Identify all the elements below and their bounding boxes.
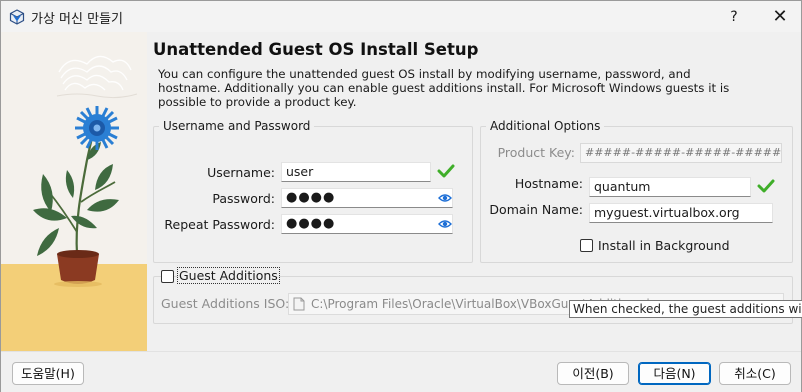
product-key-field[interactable]: #####-#####-#####-#####-##### [580,143,782,163]
password-label: Password: [212,191,275,206]
window-title: 가상 머신 만들기 [31,12,123,27]
username-label: Username: [207,165,275,180]
file-icon [293,297,305,311]
wizard-window: 가상 머신 만들기 ? ✕ Unattended Guest OS Instal… [0,0,802,392]
repeat-password-label: Repeat Password: [164,217,275,232]
show-repeat-password-eye-icon[interactable] [438,218,452,230]
product-key-label: Product Key: [497,145,575,160]
description-line: You can configure the unattended guest O… [158,67,691,81]
help-button[interactable]: 도움말(H) [12,362,84,385]
username-field[interactable]: user [281,162,431,182]
title-help-button[interactable]: ? [719,4,749,30]
title-close-button[interactable]: ✕ [763,4,797,30]
install-background-checkbox[interactable] [580,239,593,252]
hostname-label: Hostname: [514,176,583,191]
repeat-password-field[interactable]: ●●●● [281,214,453,234]
cancel-button[interactable]: 취소(C) [719,362,791,385]
hostname-valid-check-icon [757,179,775,193]
domain-name-label: Domain Name: [489,202,583,217]
domain-name-field[interactable]: myguest.virtualbox.org [589,203,773,223]
username-valid-check-icon [437,164,455,178]
next-button[interactable]: 다음(N) [638,362,711,385]
guest-additions-checkbox[interactable] [161,270,174,283]
guest-additions-label[interactable]: Guest Additions [177,267,280,284]
guest-additions-tooltip: When checked, the guest additions will b… [569,300,802,318]
description-line: hostname. Additionally you can enable gu… [158,81,730,96]
button-bar: 도움말(H) 이전(B) 다음(N) 취소(C) [1,351,801,392]
page-title: Unattended Guest OS Install Setup [153,40,479,59]
install-background-label[interactable]: Install in Background [598,238,730,253]
guest-additions-iso-label: Guest Additions ISO: [161,296,290,311]
title-bar: 가상 머신 만들기 ? ✕ [1,1,801,32]
description-line: possible to provide a product key. [158,95,357,110]
credentials-group-title: Username and Password [159,119,315,133]
wizard-illustration [1,32,147,351]
hostname-field[interactable]: quantum [589,177,751,197]
additional-options-group-title: Additional Options [486,119,605,133]
show-password-eye-icon[interactable] [438,192,452,204]
password-field[interactable]: ●●●● [281,188,453,208]
virtualbox-icon [9,9,25,25]
back-button[interactable]: 이전(B) [557,362,629,385]
page-description: You can configure the unattended guest O… [158,67,738,110]
